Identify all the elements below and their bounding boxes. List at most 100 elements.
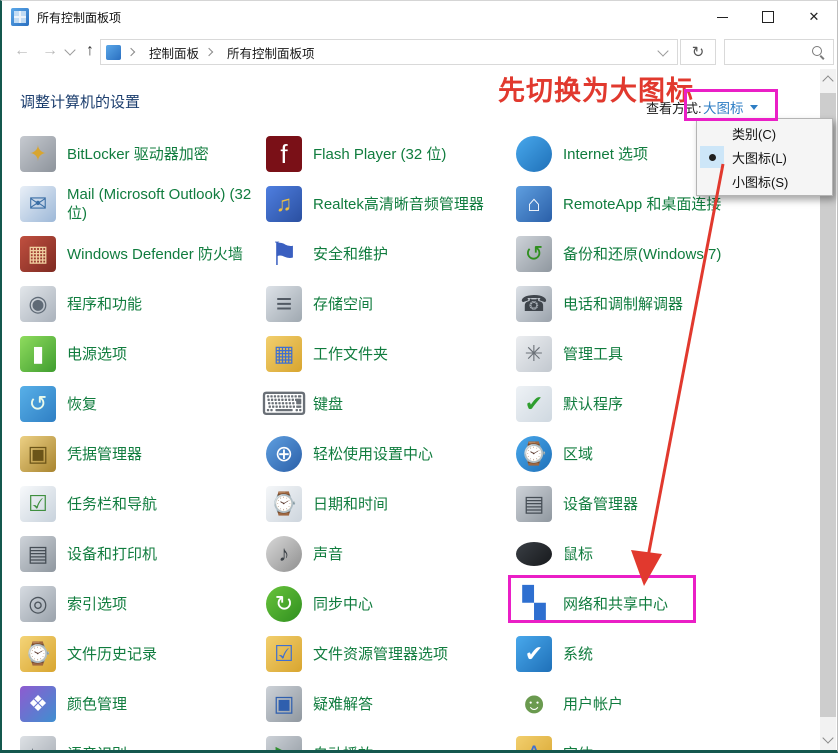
control-panel-item-file-explorer-options[interactable]: ☑文件资源管理器选项 <box>266 629 508 679</box>
view-menu-item-large-icons[interactable]: 大图标(L) <box>697 145 832 169</box>
control-panel-item-bitlocker[interactable]: ✦BitLocker 驱动器加密 <box>20 129 258 179</box>
breadcrumb-separator-icon <box>127 47 135 55</box>
item-label: 用户帐户 <box>563 695 623 714</box>
items-column-3: Internet 选项⌂RemoteApp 和桌面连接↺备份和还原(Window… <box>516 129 816 753</box>
item-label: 设备管理器 <box>563 495 638 514</box>
control-panel-item-ease-of-access[interactable]: ⊕ 轻松使用设置中心 <box>266 429 508 479</box>
flash-player-icon: f <box>266 136 302 172</box>
troubleshooting-icon: ▣ <box>266 686 302 722</box>
control-panel-item-date-time[interactable]: ⌚日期和时间 <box>266 479 508 529</box>
recent-pages-chevron-icon[interactable] <box>64 44 75 55</box>
control-panel-item-phone-modem[interactable]: ☎电话和调制解调器 <box>516 279 816 329</box>
search-input[interactable] <box>725 44 811 60</box>
control-panel-item-power-options[interactable]: ▮电源选项 <box>20 329 258 379</box>
item-label: Realtek高清晰音频管理器 <box>313 195 484 214</box>
work-folders-icon: ▦ <box>266 336 302 372</box>
view-by-label: 查看方式: <box>646 98 702 117</box>
color-management-icon: ❖ <box>20 686 56 722</box>
item-label: 文件资源管理器选项 <box>313 645 448 664</box>
item-label: 同步中心 <box>313 595 373 614</box>
control-panel-item-mouse[interactable]: 鼠标 <box>516 529 816 579</box>
control-panel-item-speech-recognition[interactable]: ♩语音识别 <box>20 729 258 753</box>
scroll-up-icon[interactable] <box>822 75 833 86</box>
item-label: 任务栏和导航 <box>67 495 157 514</box>
bitlocker-icon: ✦ <box>20 136 56 172</box>
forward-button[interactable]: → <box>42 42 58 60</box>
item-label: 凭据管理器 <box>67 445 142 464</box>
breadcrumb-control-panel[interactable]: 控制面板 <box>149 43 199 62</box>
item-label: 存储空间 <box>313 295 373 314</box>
title-bar: 所有控制面板项 ✕ <box>2 1 837 33</box>
control-panel-item-backup-restore[interactable]: ↺ 备份和还原(Windows 7) <box>516 229 816 279</box>
backup-restore-icon: ↺ <box>516 236 552 272</box>
control-panel-item-color-management[interactable]: ❖ 颜色管理 <box>20 679 258 729</box>
scroll-down-icon[interactable] <box>822 732 833 743</box>
control-panel-item-flash-player[interactable]: fFlash Player (32 位) <box>266 129 508 179</box>
control-panel-item-user-accounts[interactable]: ☻用户帐户 <box>516 679 816 729</box>
control-panel-item-indexing-options[interactable]: ◎索引选项 <box>20 579 258 629</box>
address-bar[interactable]: 控制面板 所有控制面板项 <box>100 39 678 65</box>
back-button[interactable]: ← <box>14 42 30 60</box>
view-menu-item-small-icons[interactable]: 小图标(S) <box>697 169 832 193</box>
control-panel-item-realtek-audio[interactable]: ♫Realtek高清晰音频管理器 <box>266 179 508 229</box>
minimize-icon <box>717 17 728 18</box>
control-panel-item-default-programs[interactable]: ✔默认程序 <box>516 379 816 429</box>
control-panel-item-device-manager[interactable]: ▤ 设备管理器 <box>516 479 816 529</box>
control-panel-crumb-icon <box>106 45 121 60</box>
control-panel-item-region[interactable]: ⌚区域 <box>516 429 816 479</box>
control-panel-item-taskbar-navigation[interactable]: ☑任务栏和导航 <box>20 479 258 529</box>
control-panel-item-network-sharing-center[interactable]: ▚网络和共享中心 <box>516 579 816 629</box>
item-label: 默认程序 <box>563 395 623 414</box>
control-panel-item-devices-printers[interactable]: ▤设备和打印机 <box>20 529 258 579</box>
item-label: 系统 <box>563 645 593 664</box>
item-label: Windows Defender 防火墙 <box>67 245 243 264</box>
control-panel-item-mail[interactable]: ✉Mail (Microsoft Outlook) (32 位) <box>20 179 258 229</box>
control-panel-item-security-maintenance[interactable]: ⚑安全和维护 <box>266 229 508 279</box>
search-box[interactable] <box>724 39 834 65</box>
item-label: 颜色管理 <box>67 695 127 714</box>
item-label: 管理工具 <box>563 345 623 364</box>
view-menu-item-category[interactable]: 类别(C) <box>697 121 832 145</box>
control-panel-item-admin-tools[interactable]: ✳管理工具 <box>516 329 816 379</box>
items-column-2: fFlash Player (32 位)♫Realtek高清晰音频管理器⚑安全和… <box>266 129 508 753</box>
control-panel-item-system[interactable]: ✔系统 <box>516 629 816 679</box>
ease-of-access-icon: ⊕ <box>266 436 302 472</box>
maximize-button[interactable] <box>745 1 791 33</box>
control-panel-item-sound[interactable]: ♪声音 <box>266 529 508 579</box>
control-panel-item-programs-features[interactable]: ◉程序和功能 <box>20 279 258 329</box>
security-maintenance-icon: ⚑ <box>266 236 302 272</box>
address-dropdown-chevron-icon[interactable] <box>657 45 668 56</box>
control-panel-item-recovery[interactable]: ↺恢复 <box>20 379 258 429</box>
control-panel-item-work-folders[interactable]: ▦工作文件夹 <box>266 329 508 379</box>
item-label: 字体 <box>563 745 593 753</box>
autoplay-icon: ▶ <box>266 736 302 753</box>
bullet-placeholder <box>700 122 724 144</box>
control-panel-item-defender-firewall[interactable]: ▦Windows Defender 防火墙 <box>20 229 258 279</box>
items-column-1: ✦BitLocker 驱动器加密✉Mail (Microsoft Outlook… <box>20 129 258 753</box>
device-manager-icon: ▤ <box>516 486 552 522</box>
close-button[interactable]: ✕ <box>791 1 837 33</box>
control-panel-item-sync-center[interactable]: ↻同步中心 <box>266 579 508 629</box>
minimize-button[interactable] <box>699 1 745 33</box>
up-button[interactable]: ↑ <box>86 42 94 60</box>
control-panel-item-troubleshooting[interactable]: ▣疑难解答 <box>266 679 508 729</box>
item-label: 文件历史记录 <box>67 645 157 664</box>
close-icon: ✕ <box>809 9 820 25</box>
item-label: 备份和还原(Windows 7) <box>563 245 721 264</box>
control-panel-item-fonts[interactable]: A字体 <box>516 729 816 753</box>
view-by-dropdown[interactable]: 大图标 <box>703 97 758 117</box>
control-panel-item-credential-manager[interactable]: ▣凭据管理器 <box>20 429 258 479</box>
mouse-icon <box>516 542 552 566</box>
control-panel-item-storage-spaces[interactable]: ≡存储空间 <box>266 279 508 329</box>
item-label: 轻松使用设置中心 <box>313 445 433 464</box>
mail-icon: ✉ <box>20 186 56 222</box>
item-label: 电话和调制解调器 <box>563 295 683 314</box>
chevron-down-icon <box>750 105 758 110</box>
menu-item-label: 小图标(S) <box>732 172 788 191</box>
control-panel-item-file-history[interactable]: ⌚文件历史记录 <box>20 629 258 679</box>
breadcrumb-current[interactable]: 所有控制面板项 <box>227 43 315 62</box>
breadcrumb-separator-icon <box>205 47 213 55</box>
refresh-button[interactable]: ↻ <box>680 39 716 65</box>
control-panel-item-autoplay[interactable]: ▶自动播放 <box>266 729 508 753</box>
control-panel-item-keyboard[interactable]: ⌨键盘 <box>266 379 508 429</box>
